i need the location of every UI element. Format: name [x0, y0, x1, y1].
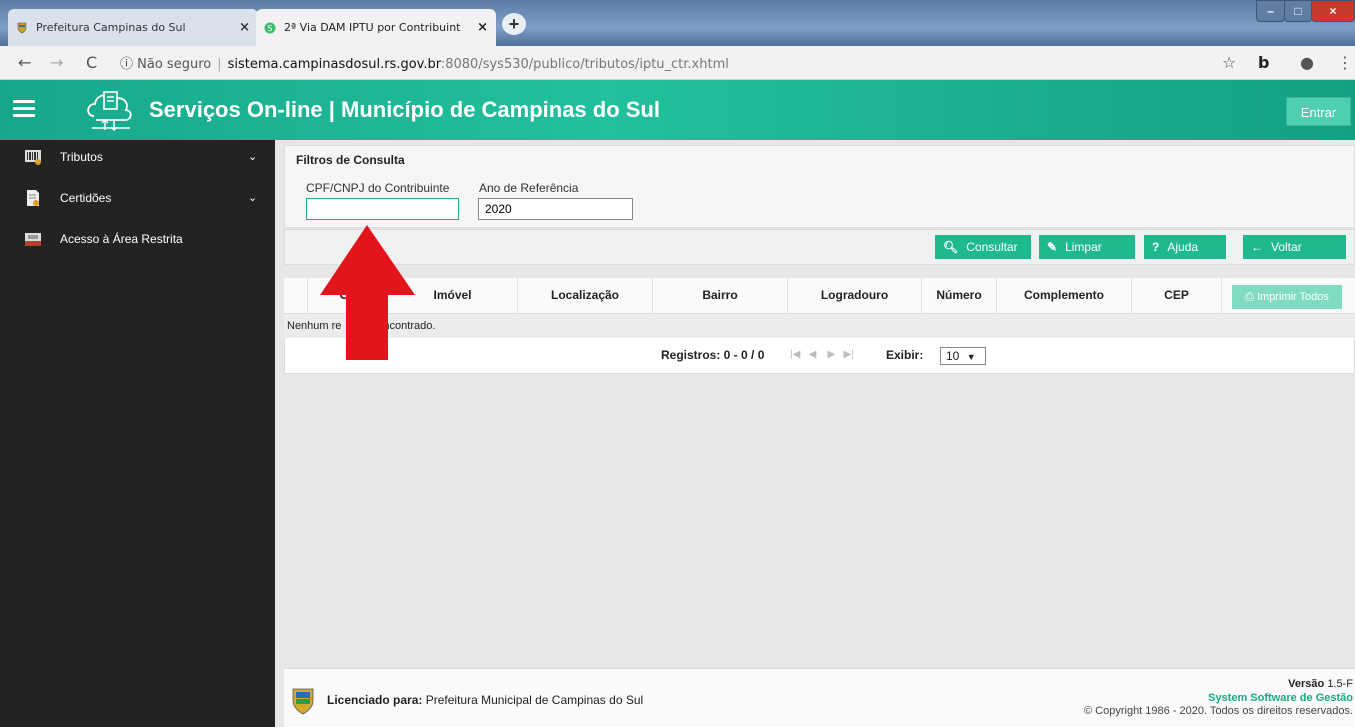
limpar-button[interactable]: ✎ Limpar [1039, 235, 1135, 259]
login-button[interactable]: Entrar [1286, 97, 1351, 126]
column-header[interactable]: Localização [518, 278, 653, 313]
chevron-down-icon: ⌄ [248, 151, 258, 163]
column-header[interactable]: Número [922, 278, 997, 313]
url-host: sistema.campinasdosul.rs.gov.br [227, 57, 441, 72]
sidebar-item-label: Tributos [60, 150, 103, 164]
year-label: Ano de Referência [479, 181, 579, 195]
url-path: :8080/sys530/publico/tributos/iptu_ctr.x… [440, 57, 729, 72]
address-bar[interactable]: ⓘ Não seguro | sistema.campinasdosul.rs.go… [120, 53, 729, 72]
sidebar-item-label: Certidões [60, 191, 112, 205]
forward-arrow-icon[interactable]: → [50, 53, 63, 72]
account-icon[interactable]: ● [1300, 53, 1314, 72]
licensed-info: Licenciado para: Prefeitura Municipal de… [327, 693, 643, 707]
column-header[interactable]: Bairro [653, 278, 788, 313]
sidebar-item-area-restrita[interactable]: Acesso à Área Restrita [0, 222, 275, 258]
app-header: Serviços On-line | Município de Campinas… [0, 80, 1355, 140]
sidebar-item-certidoes[interactable]: Certidões ⌄ [0, 181, 275, 217]
version-info: Versão 1.5-F [1288, 678, 1353, 690]
licensed-to: Prefeitura Municipal de Campinas do Sul [425, 693, 644, 707]
red-arrow-annotation-icon [320, 225, 415, 360]
licensed-label: Licenciado para: [327, 693, 423, 707]
column-header[interactable]: Logradouro [788, 278, 922, 313]
button-label: Imprimir Todos [1256, 291, 1329, 303]
company-name: System Software de Gestão [1208, 692, 1353, 704]
page-title: Serviços On-line | Município de Campinas… [149, 97, 661, 122]
printer-icon: ⎙ [1245, 291, 1254, 303]
reload-icon[interactable]: C [86, 53, 97, 72]
arrow-left-icon: ← [1251, 240, 1263, 254]
cloud-document-icon [87, 91, 132, 132]
eraser-icon: ✎ [1047, 240, 1058, 254]
print-all-button[interactable]: ⎙ Imprimir Todos [1232, 285, 1342, 309]
chevron-down-icon: ⌄ [248, 192, 258, 204]
tab-dam-iptu[interactable]: S 2ª Via DAM IPTU por Contribuint × [256, 9, 496, 46]
security-label: Não seguro [137, 57, 212, 72]
maximize-button[interactable]: □ [1284, 0, 1312, 22]
show-label: Exibir: [886, 348, 924, 362]
green-s-favicon-icon: S [264, 22, 276, 34]
cpf-label: CPF/CNPJ do Contribuinte [306, 181, 450, 195]
svg-text:S: S [268, 24, 273, 33]
sidebar: Tributos ⌄ Certidões ⌄ Acesso à Área Res… [0, 140, 275, 727]
tab-prefeitura[interactable]: Prefeitura Campinas do Sul × [8, 9, 258, 46]
hamburger-menu-icon[interactable] [13, 100, 35, 121]
voltar-button[interactable]: ← Voltar [1243, 235, 1346, 259]
document-icon [27, 190, 39, 206]
menu-dots-icon[interactable]: ⋮ [1337, 53, 1353, 72]
year-input[interactable] [478, 198, 633, 220]
dropdown-triangle-icon: ▼ [966, 352, 976, 362]
button-label: Limpar [1065, 240, 1102, 254]
records-count: Registros: 0 - 0 / 0 [661, 348, 765, 362]
sidebar-item-label: Acesso à Área Restrita [60, 232, 183, 246]
municipal-crest-icon [292, 688, 314, 715]
question-icon: ? [1152, 240, 1160, 254]
column-header[interactable]: Complemento [997, 278, 1132, 313]
button-label: Voltar [1271, 240, 1302, 254]
tab-title: 2ª Via DAM IPTU por Contribuint [284, 21, 461, 34]
close-icon[interactable]: × [239, 20, 250, 35]
empty-message-row: Nenhum re ncontrado. [284, 314, 1355, 338]
cpf-input[interactable] [306, 198, 459, 220]
filters-title: Filtros de Consulta [296, 153, 405, 167]
version-value: 1.5-F [1327, 678, 1353, 690]
version-label: Versão [1288, 678, 1325, 690]
button-label: Ajuda [1167, 240, 1199, 254]
info-icon: ⓘ [120, 57, 134, 72]
copyright: © Copyright 1986 - 2020. Todos os direit… [1084, 705, 1353, 717]
last-page-icon[interactable]: ▶| [844, 349, 854, 360]
pager-nav: |◀ ◀ ▶ ▶| [790, 340, 854, 370]
back-arrow-icon[interactable]: ← [18, 53, 31, 72]
first-page-icon[interactable]: |◀ [790, 349, 800, 360]
extension-b-icon[interactable]: b [1258, 53, 1269, 72]
browser-tab-bar: Prefeitura Campinas do Sul × S 2ª Via DA… [0, 0, 1355, 46]
page-size-select[interactable]: 10 ▼ [940, 347, 986, 365]
consultar-button[interactable]: 🔍︎ Consultar [935, 235, 1031, 259]
button-label: Consultar [966, 240, 1018, 254]
search-icon: 🔍︎ [943, 240, 959, 254]
barcode-icon [25, 150, 41, 165]
browser-toolbar: ← → C ⓘ Não seguro | sistema.campinasdosul… [0, 46, 1355, 80]
tab-title: Prefeitura Campinas do Sul [36, 21, 186, 34]
page-size-value: 10 [946, 349, 960, 363]
column-header[interactable]: CEP [1132, 278, 1222, 313]
next-page-icon[interactable]: ▶ [827, 349, 835, 360]
column-select [284, 278, 308, 313]
bookmark-star-icon[interactable]: ☆ [1222, 53, 1236, 72]
minimize-button[interactable]: – [1256, 0, 1285, 22]
window-close-button[interactable]: × [1311, 0, 1355, 22]
sidebar-item-tributos[interactable]: Tributos ⌄ [0, 140, 275, 176]
new-tab-button[interactable]: + [502, 13, 526, 35]
lock-icon [25, 233, 41, 246]
close-icon[interactable]: × [477, 20, 488, 35]
ajuda-button[interactable]: ? Ajuda [1144, 235, 1226, 259]
crest-favicon-icon [16, 22, 28, 34]
prev-page-icon[interactable]: ◀ [809, 349, 817, 360]
